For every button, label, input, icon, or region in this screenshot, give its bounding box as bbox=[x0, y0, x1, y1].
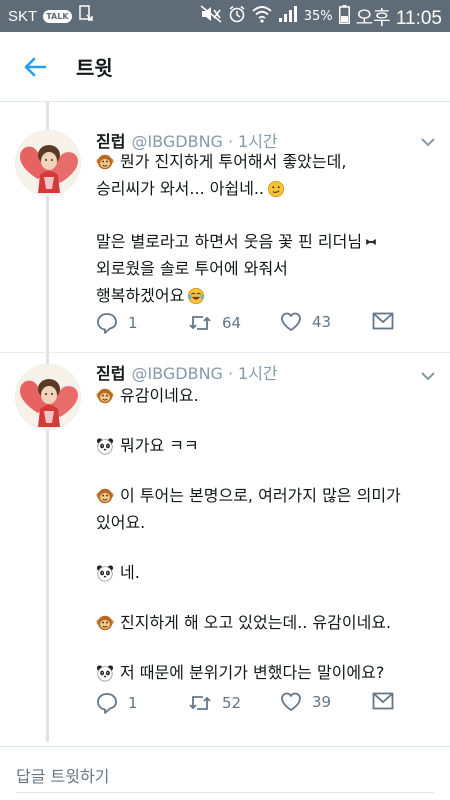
text-line: 뭔가 진지하게 투어해서 좋았는데, bbox=[96, 148, 441, 175]
header: 트윗 bbox=[0, 32, 450, 102]
reply-input[interactable]: 답글 트윗하기 bbox=[16, 761, 434, 793]
tweet-header: 짇럽 @IBGDBNG · 1시간 bbox=[96, 360, 278, 384]
battery-icon bbox=[338, 4, 350, 28]
carrier-label: SKT bbox=[8, 7, 38, 25]
text-line: 뭐가요 ㅋㅋ bbox=[96, 432, 441, 459]
tweet-text: 뭔가 진지하게 투어해서 좋았는데, 승리씨가 와서... 아쉽네.. 말은 별… bbox=[96, 148, 441, 309]
arrow-left-icon bbox=[24, 57, 47, 76]
status-left: SKT TALK bbox=[8, 5, 94, 27]
back-button[interactable] bbox=[0, 32, 70, 102]
reply-count: 1 bbox=[128, 694, 138, 712]
text-line: 이 투어는 본명으로, 여러가지 많은 의미가 bbox=[96, 482, 441, 509]
smiley-emoji-icon bbox=[267, 180, 285, 198]
reply-icon bbox=[97, 693, 117, 714]
chevron-down-icon[interactable] bbox=[418, 134, 438, 148]
tweet-actions: 1 52 39 bbox=[96, 692, 396, 716]
clock: 오후 11:05 bbox=[355, 7, 442, 29]
text-line: 진지하게 해 오고 있었는데.. 유감이네요. bbox=[96, 609, 441, 636]
mute-icon bbox=[200, 5, 222, 27]
heart-icon bbox=[281, 312, 301, 331]
heart-icon bbox=[281, 692, 301, 711]
text-line: 유감이네요. bbox=[96, 382, 441, 409]
page-title: 트윗 bbox=[76, 56, 113, 80]
avatar[interactable] bbox=[15, 364, 81, 430]
download-icon bbox=[78, 5, 94, 27]
retweet-count: 64 bbox=[222, 314, 242, 332]
tweet-text: 유감이네요. 뭐가요 ㅋㅋ 이 투어는 본명으로, 여러가지 많은 의미가 있어… bbox=[96, 382, 441, 686]
text-line: 외로웠을 솔로 투어에 와줘서 bbox=[96, 259, 288, 278]
text-line: 승리씨가 와서... 아쉽네.. bbox=[96, 175, 441, 202]
retweet-icon bbox=[189, 696, 211, 710]
status-bar: SKT TALK 35% 오후 11:05 bbox=[0, 0, 450, 32]
like-count: 43 bbox=[312, 313, 332, 331]
tweet-1[interactable]: 짇럽 @IBGDBNG · 1시간 뭔가 진지하게 투어해서 좋았는데, 승리씨… bbox=[0, 102, 450, 352]
reply-button[interactable]: 1 bbox=[96, 312, 138, 334]
text-line: 행복하겠어요 bbox=[96, 282, 441, 309]
tweet-timestamp: 1시간 bbox=[238, 364, 278, 383]
panda-emoji-icon bbox=[96, 564, 114, 582]
reply-bar: 답글 트윗하기 bbox=[0, 746, 450, 800]
signal-icon bbox=[278, 5, 298, 27]
text-line: 말은 별로라고 하면서 웃음 꽃 핀 리더님 bbox=[96, 228, 441, 255]
like-count: 39 bbox=[312, 693, 332, 711]
retweet-count: 52 bbox=[222, 694, 242, 712]
text-line: 있어요. bbox=[96, 513, 146, 532]
tweet-2[interactable]: 짇럽 @IBGDBNG · 1시간 유감이네요. 뭐가요 ㅋㅋ 이 투어는 본명… bbox=[0, 352, 450, 746]
retweet-icon bbox=[189, 316, 211, 330]
author-handle[interactable]: @IBGDBNG bbox=[131, 364, 222, 383]
retweet-button[interactable]: 52 bbox=[188, 692, 241, 714]
reply-count: 1 bbox=[128, 314, 138, 332]
bow-emoji-icon bbox=[365, 236, 377, 248]
text-line: 저 때문에 분위기가 변했다는 말이에요? bbox=[96, 659, 441, 686]
like-button[interactable]: 39 bbox=[280, 692, 331, 712]
laughing-crying-emoji-icon bbox=[187, 287, 205, 305]
wifi-icon bbox=[252, 5, 272, 27]
status-right: 35% 오후 11:05 bbox=[200, 3, 442, 30]
separator-dot: · bbox=[227, 364, 234, 383]
alarm-icon bbox=[228, 5, 246, 27]
monkey-emoji-icon bbox=[96, 487, 114, 505]
avatar[interactable] bbox=[15, 130, 81, 196]
share-button[interactable] bbox=[372, 692, 394, 710]
retweet-button[interactable]: 64 bbox=[188, 312, 241, 334]
mail-icon bbox=[372, 692, 394, 710]
like-button[interactable]: 43 bbox=[280, 312, 331, 332]
panda-emoji-icon bbox=[96, 664, 114, 682]
author-name[interactable]: 짇럽 bbox=[96, 360, 125, 384]
reply-button[interactable]: 1 bbox=[96, 692, 138, 714]
mail-icon bbox=[372, 312, 394, 330]
chevron-down-icon[interactable] bbox=[418, 368, 438, 382]
monkey-emoji-icon bbox=[96, 614, 114, 632]
kakaotalk-icon: TALK bbox=[43, 9, 72, 23]
battery-percent: 35% bbox=[303, 8, 333, 24]
panda-emoji-icon bbox=[96, 437, 114, 455]
text-line: 네. bbox=[96, 559, 441, 586]
reply-icon bbox=[97, 313, 117, 334]
monkey-emoji-icon bbox=[96, 387, 114, 405]
monkey-emoji-icon bbox=[96, 153, 114, 171]
tweet-actions: 1 64 43 bbox=[96, 312, 396, 336]
share-button[interactable] bbox=[372, 312, 394, 330]
